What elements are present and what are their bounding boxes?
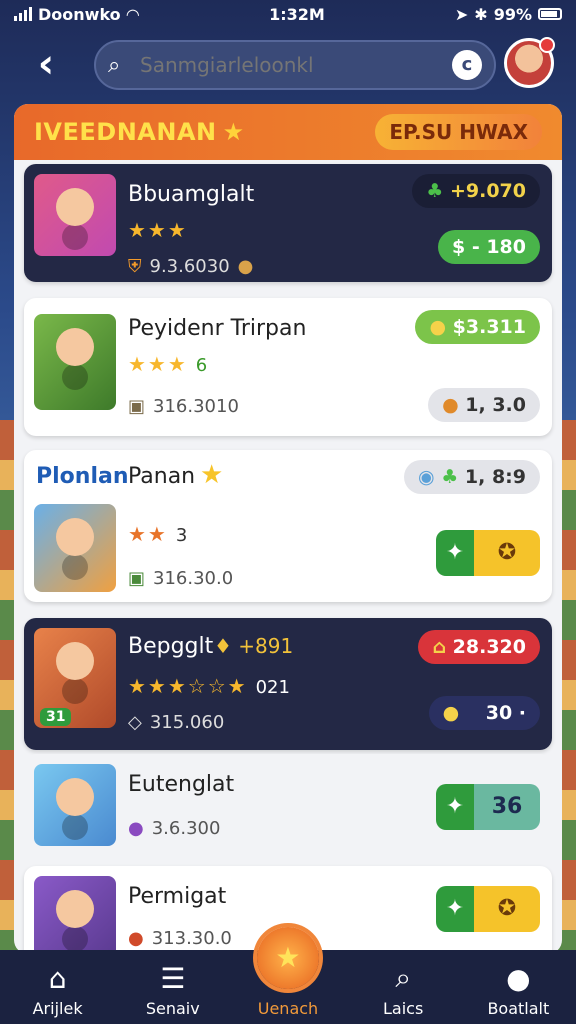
nav-label: Boatlalt bbox=[487, 999, 550, 1018]
bluetooth-icon: ✱ bbox=[474, 4, 488, 24]
search-bar[interactable]: ⌕ c bbox=[94, 40, 496, 90]
nav-label: Arijlek bbox=[32, 999, 83, 1018]
nav-label: Uenach bbox=[257, 999, 319, 1018]
player-score: 3.6.300 bbox=[151, 818, 221, 839]
gem-icon: ● bbox=[128, 818, 144, 839]
price-pill[interactable]: ● 1, 3.0 bbox=[428, 388, 540, 422]
player-name: Peyidenr Trirpan bbox=[128, 316, 307, 341]
action-button[interactable]: ✦ 36 bbox=[436, 784, 540, 830]
player-name: Panan bbox=[128, 464, 196, 489]
search-input[interactable] bbox=[140, 53, 452, 77]
leaderboard-panel: IVEEDNANAN ★ EP.SU HWAX Bbuamglalt ★★★ ⛨… bbox=[14, 104, 562, 954]
diamond-icon: ✦ bbox=[436, 886, 474, 932]
reward-pill: ● $3.311 bbox=[415, 310, 540, 344]
shield-icon: ⛨ bbox=[128, 256, 142, 277]
profile-icon: ● bbox=[506, 962, 531, 995]
panel-header: IVEEDNANAN ★ EP.SU HWAX bbox=[14, 104, 562, 160]
badge-icon: ✪ bbox=[474, 530, 540, 576]
price-pill[interactable]: $ - 180 bbox=[438, 230, 540, 264]
panel-title: IVEEDNANAN bbox=[34, 118, 217, 146]
medal-icon: ● bbox=[128, 928, 144, 949]
list-icon: ☰ bbox=[160, 962, 186, 995]
rating-stars: ★★★☆☆★ 021 bbox=[128, 674, 290, 698]
player-name: Bbuamglalt bbox=[128, 182, 255, 207]
panel-badge[interactable]: EP.SU HWAX bbox=[375, 114, 542, 150]
nav-item-star[interactable]: ★ Uenach bbox=[238, 927, 338, 1018]
rating-stars: ★★★ 6 bbox=[128, 352, 208, 376]
star-icon: ★ bbox=[222, 118, 245, 146]
clover-icon: ♣ bbox=[426, 180, 444, 202]
player-score: 313.30.0 bbox=[151, 928, 232, 949]
badge-icon: ✪ bbox=[474, 886, 540, 932]
player-score: 9.3.6030 bbox=[149, 256, 230, 277]
nav-item-home[interactable]: ⌂ Arijlek bbox=[8, 962, 108, 1018]
home-icon: ⌂ bbox=[48, 962, 67, 995]
action-button[interactable]: ✦ ✪ bbox=[436, 886, 540, 932]
nav-label: Laics bbox=[383, 999, 424, 1018]
badge-icon: ▣ bbox=[128, 396, 146, 417]
player-name: Bepgglt bbox=[128, 634, 214, 659]
list-item[interactable]: Peyidenr Trirpan ★★★ 6 ▣ 316.3010 ● $3.311… bbox=[24, 298, 552, 436]
coin-icon: ● bbox=[429, 316, 447, 338]
player-name: Eutenglat bbox=[128, 772, 235, 797]
character-thumbnail bbox=[34, 314, 116, 410]
diamond-icon: ✦ bbox=[436, 784, 474, 830]
battery-percent: 99% bbox=[493, 4, 532, 24]
badge-icon: ▣ bbox=[128, 568, 146, 589]
tag-icon: ◇ bbox=[128, 712, 142, 733]
reward-pill: ◉ ♣ 1, 8:9 bbox=[404, 460, 540, 494]
rating-stars: ★★★ bbox=[128, 218, 188, 242]
reward-pill: ♣ +9.070 bbox=[412, 174, 540, 208]
star-icon: ★ bbox=[256, 927, 319, 989]
character-thumbnail bbox=[34, 876, 116, 954]
wifi-icon: ◠ bbox=[126, 4, 139, 24]
nav-label: Senaiv bbox=[145, 999, 200, 1018]
nav-item-search[interactable]: ⌕ Laics bbox=[353, 961, 453, 1018]
bottom-navigation: ⌂ Arijlek ☰ Senaiv ★ Uenach ⌕ Laics ● Bo… bbox=[0, 927, 576, 1024]
nav-item-list[interactable]: ☰ Senaiv bbox=[123, 962, 223, 1018]
star-icon: ★ bbox=[200, 460, 224, 490]
list-item[interactable]: Eutenglat ● 3.6.300 ✦ 36 bbox=[24, 754, 552, 854]
character-thumbnail bbox=[34, 174, 116, 256]
back-button[interactable]: ‹ bbox=[24, 44, 68, 88]
location-icon: ➤ bbox=[454, 4, 469, 24]
list-item[interactable]: Bbuamglalt ★★★ ⛨ 9.3.6030 ● ♣ +9.070 $ - 1… bbox=[24, 164, 552, 282]
player-score: 315.060 bbox=[149, 712, 225, 733]
action-button[interactable]: ✦ ✪ bbox=[436, 530, 540, 576]
list-item[interactable]: 31 Bepgglt ♦ +891 ★★★☆☆★ 021 ◇ 315.060 ⌂ 2… bbox=[24, 618, 552, 750]
clover-icon: ♣ bbox=[441, 466, 459, 488]
coin-icon: ● bbox=[237, 256, 254, 277]
clear-search-button[interactable]: c bbox=[452, 50, 482, 80]
gem-icon: ♦ bbox=[214, 634, 232, 658]
avatar[interactable] bbox=[504, 37, 555, 88]
battery-icon bbox=[538, 8, 562, 20]
level-badge: 31 bbox=[40, 708, 72, 726]
section-label: Plonlan bbox=[36, 464, 129, 489]
gift-icon: ⌂ bbox=[432, 636, 447, 658]
player-score: 316.30.0 bbox=[153, 568, 234, 589]
status-time: 1:32M bbox=[269, 4, 325, 24]
action-value: 36 bbox=[474, 784, 540, 830]
coin-icon: ● bbox=[442, 702, 460, 724]
coin-icon: ● bbox=[442, 394, 459, 416]
character-thumbnail bbox=[34, 504, 116, 592]
player-name: Permigat bbox=[128, 884, 227, 909]
search-icon: ⌕ bbox=[108, 52, 121, 78]
search-icon: ⌕ bbox=[395, 961, 411, 994]
rating-stars: ★★ 3 bbox=[128, 522, 188, 546]
nav-item-profile[interactable]: ● Boatlalt bbox=[468, 962, 568, 1018]
status-bar: Doonwko ◠ 1:32M ➤ ✱ 99% bbox=[0, 0, 576, 28]
carrier-name: Doonwko bbox=[38, 4, 121, 24]
top-bar: ‹ ⌕ c bbox=[0, 37, 576, 94]
avatar-icon: ◉ bbox=[418, 466, 435, 488]
price-pill[interactable]: ● 30 · bbox=[428, 696, 540, 730]
player-score: 316.3010 bbox=[153, 396, 239, 417]
list-item[interactable]: Plonlan Panan ★ ★★ 3 ▣ 316.30.0 ◉ ♣ 1, 8:9… bbox=[24, 450, 552, 602]
bonus-value: +891 bbox=[238, 634, 294, 658]
diamond-icon: ✦ bbox=[436, 530, 474, 576]
character-thumbnail bbox=[34, 764, 116, 846]
reward-pill: ⌂ 28.320 bbox=[418, 630, 540, 664]
signal-icon bbox=[14, 7, 32, 21]
